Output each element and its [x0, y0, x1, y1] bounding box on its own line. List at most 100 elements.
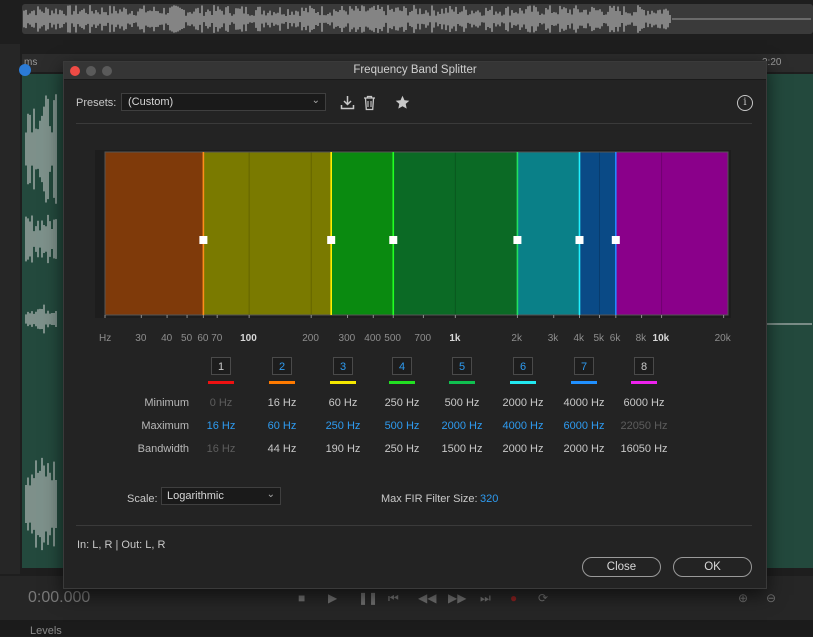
record-icon[interactable]: ●: [510, 591, 517, 605]
band-region[interactable]: [105, 152, 204, 315]
info-icon[interactable]: i: [737, 95, 753, 111]
fast-forward-icon[interactable]: ▶▶: [448, 591, 466, 605]
band-bw-value: 44 Hz: [267, 443, 297, 455]
stop-icon[interactable]: ■: [298, 591, 305, 605]
frequency-axis-label: 8k: [635, 333, 647, 344]
band-number-button[interactable]: 7: [574, 357, 594, 375]
band-max-value[interactable]: 500 Hz: [370, 420, 434, 432]
scale-value: Logarithmic: [167, 490, 224, 502]
band-bw-value: 190 Hz: [325, 443, 361, 455]
dialog-titlebar[interactable]: Frequency Band Splitter: [64, 62, 766, 80]
crossover-handle[interactable]: [327, 236, 336, 244]
band-color-swatch: [389, 381, 415, 384]
minimum-row-label: Minimum: [144, 397, 189, 409]
frequency-axis-label: 40: [161, 333, 173, 344]
crossover-handle[interactable]: [611, 236, 620, 244]
scale-dropdown[interactable]: Logarithmic ⌄: [161, 487, 281, 505]
frequency-axis-label: 60: [197, 333, 209, 344]
frequency-axis-label: 2k: [511, 333, 522, 344]
chevron-down-icon: ⌄: [266, 489, 275, 500]
band-color-swatch: [330, 381, 356, 384]
band-min-value: 250 Hz: [384, 397, 420, 409]
waveform-overview[interactable]: [22, 4, 813, 34]
band-max-value[interactable]: 60 Hz: [250, 420, 314, 432]
loop-icon[interactable]: ⟳: [538, 591, 548, 605]
band-number-button[interactable]: 1: [211, 357, 231, 375]
download-icon[interactable]: [340, 95, 355, 110]
frequency-axis-label: Hz: [99, 333, 112, 344]
band-min-value: 2000 Hz: [502, 397, 544, 409]
frequency-axis-label: 4k: [573, 333, 585, 344]
band-max-value: 22050 Hz: [620, 420, 668, 432]
band-number-button[interactable]: 2: [272, 357, 292, 375]
crossover-handle[interactable]: [513, 236, 522, 244]
band-spectrum-svg[interactable]: [95, 150, 731, 318]
levels-label: Levels: [30, 625, 62, 637]
band-min-value: 6000 Hz: [623, 397, 665, 409]
pause-icon[interactable]: ❚❚: [358, 591, 378, 605]
frequency-axis-label: 300: [338, 333, 356, 344]
frequency-axis-label: 50: [181, 333, 193, 344]
zoom-in-icon[interactable]: ⊕: [738, 591, 748, 605]
band-max-value[interactable]: 2000 Hz: [430, 420, 494, 432]
band-max-value[interactable]: 16 Hz: [189, 420, 253, 432]
band-min-value: 500 Hz: [444, 397, 480, 409]
chevron-down-icon: ⌄: [311, 95, 320, 106]
frequency-axis-label: 20k: [714, 333, 731, 344]
band-bw-value: 250 Hz: [384, 443, 420, 455]
band-color-swatch: [571, 381, 597, 384]
rewind-icon[interactable]: ◀◀: [418, 591, 436, 605]
frequency-axis-label: 1k: [449, 333, 461, 344]
frequency-axis-label: 400: [364, 333, 381, 344]
band-bw-value: 2000 Hz: [563, 443, 605, 455]
close-button[interactable]: Close: [582, 557, 661, 577]
presets-dropdown[interactable]: (Custom) ⌄: [121, 93, 326, 111]
crossover-handle[interactable]: [389, 236, 398, 244]
band-region[interactable]: [517, 152, 580, 315]
band-color-swatch: [510, 381, 536, 384]
zoom-out-icon[interactable]: ⊖: [766, 591, 776, 605]
band-max-value[interactable]: 6000 Hz: [552, 420, 616, 432]
band-region[interactable]: [331, 152, 394, 315]
band-min-value: 16 Hz: [267, 397, 297, 409]
band-min-value: 60 Hz: [328, 397, 358, 409]
playhead-marker[interactable]: [19, 64, 31, 76]
band-bw-value: 1500 Hz: [441, 443, 483, 455]
frequency-axis-label: 10k: [652, 333, 670, 344]
band-bw-value: 16050 Hz: [620, 443, 668, 455]
band-region[interactable]: [203, 152, 332, 315]
ok-button[interactable]: OK: [673, 557, 752, 577]
fir-size-value[interactable]: 320: [480, 493, 498, 505]
band-bw-value: 2000 Hz: [502, 443, 544, 455]
skip-back-icon[interactable]: ⏮: [388, 591, 399, 606]
bandwidth-row-label: Bandwidth: [137, 443, 189, 455]
frequency-axis-label: 30: [135, 333, 147, 344]
band-bw-value: 16 Hz: [206, 443, 236, 455]
band-color-swatch: [449, 381, 475, 384]
band-region[interactable]: [579, 152, 616, 315]
divider: [76, 123, 752, 124]
band-region[interactable]: [615, 152, 728, 315]
band-number-button[interactable]: 8: [634, 357, 654, 375]
band-max-value[interactable]: 250 Hz: [311, 420, 375, 432]
frequency-axis-label: 5k: [593, 333, 605, 344]
band-number-button[interactable]: 3: [333, 357, 353, 375]
crossover-handle[interactable]: [199, 236, 208, 244]
play-icon[interactable]: ▶: [328, 591, 337, 605]
skip-forward-icon[interactable]: ⏭: [480, 591, 491, 606]
trash-icon[interactable]: [363, 95, 376, 111]
divider: [76, 525, 752, 526]
scale-label: Scale:: [127, 493, 158, 505]
band-number-button[interactable]: 4: [392, 357, 412, 375]
frequency-graph[interactable]: [95, 150, 731, 318]
band-number-button[interactable]: 6: [513, 357, 533, 375]
band-color-swatch: [631, 381, 657, 384]
star-icon[interactable]: [395, 95, 410, 110]
presets-value: (Custom): [128, 96, 174, 108]
dialog-title: Frequency Band Splitter: [353, 64, 477, 76]
crossover-handle[interactable]: [575, 236, 584, 244]
frequency-axis-label: 3k: [547, 333, 559, 344]
band-max-value[interactable]: 4000 Hz: [491, 420, 555, 432]
band-color-swatch: [208, 381, 234, 384]
band-number-button[interactable]: 5: [452, 357, 472, 375]
